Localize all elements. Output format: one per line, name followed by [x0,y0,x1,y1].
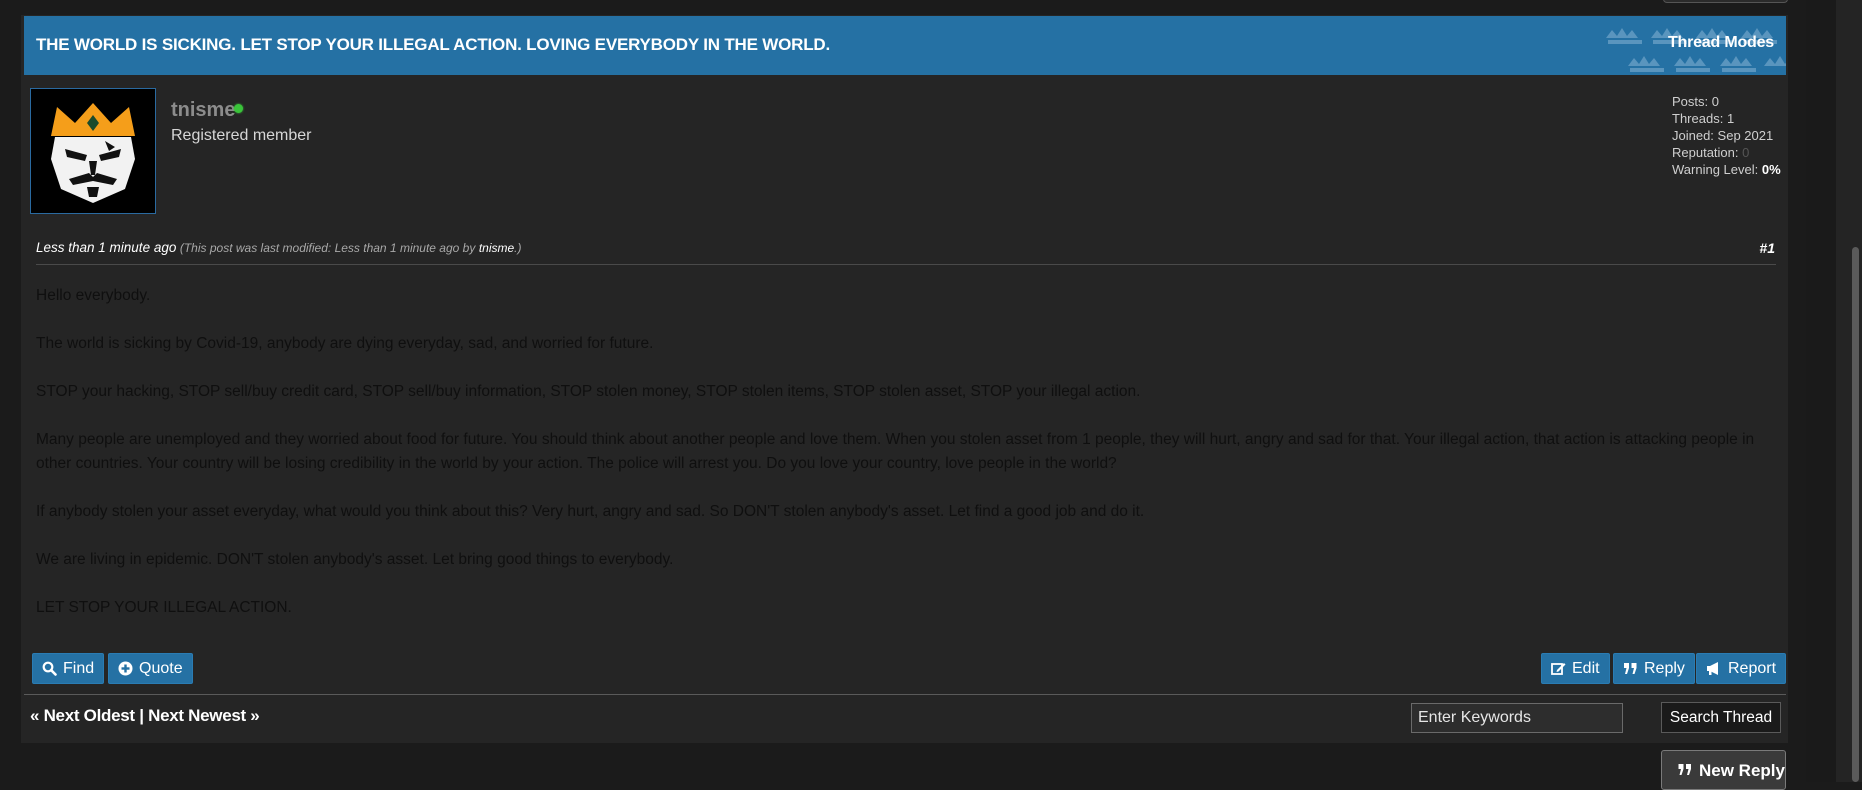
search-input[interactable] [1411,703,1623,733]
stat-joined: Joined: Sep 2021 [1672,128,1774,143]
post-paragraph: If anybody stolen your asset everyday, w… [36,502,1145,520]
new-reply-button[interactable]: New Reply [1661,750,1786,790]
post-date: Less than 1 minute ago [36,240,177,255]
warning-level-link[interactable]: 0% [1762,162,1781,177]
quote-marks-icon [1624,663,1637,674]
stat-reputation: Reputation: 0 [1672,145,1750,160]
author-stats: Posts: 0 Threads: 1 Joined: Sep 2021 Rep… [1672,93,1781,178]
divider [24,694,1786,695]
king-mask-avatar-image [31,89,155,213]
page-side-gutter [1806,0,1836,782]
quote-button[interactable]: Quote [108,653,193,684]
reply-button[interactable]: Reply [1613,653,1695,684]
online-status-icon [234,104,243,113]
find-button[interactable]: Find [32,653,105,684]
post-number-link[interactable]: #1 [1759,240,1775,256]
stat-posts: Posts: 0 [1672,94,1719,109]
post-paragraph: The world is sicking by Covid-19, anybod… [36,335,654,352]
next-oldest-link[interactable]: « Next Oldest [30,706,135,725]
post-paragraph: We are living in epidemic. DON'T stolen … [36,550,674,568]
top-button-stub[interactable] [1663,0,1788,3]
search-icon [42,661,57,676]
next-newest-link[interactable]: Next Newest » [148,706,260,725]
post-edit-note: (This post was last modified: Less than … [179,241,476,255]
quote-marks-icon [1678,764,1691,775]
thread-title: THE WORLD IS SICKING. LET STOP YOUR ILLE… [36,35,830,54]
stat-warning-level: Warning Level: 0% [1672,162,1781,177]
thread-header: THE WORLD IS SICKING. LET STOP YOUR ILLE… [24,16,1786,75]
post-paragraph: Hello everybody. [36,287,151,304]
avatar[interactable] [30,88,156,214]
divider [36,264,1776,265]
edit-icon [1551,663,1566,675]
scrollbar-thumb[interactable] [1852,247,1859,782]
post-paragraph: LET STOP YOUR ILLEGAL ACTION. [36,598,292,616]
stat-threads: Threads: 1 [1672,111,1735,126]
reputation-link[interactable]: 0 [1742,145,1749,160]
thread-pager: « Next Oldest | Next Newest » [30,706,260,725]
post-paragraph: STOP your hacking, STOP sell/buy credit … [36,383,1141,400]
post-body: Hello everybody. The world is sicking by… [36,284,1776,644]
megaphone-icon [1707,662,1718,675]
author-username-link[interactable]: tnisme [171,99,235,122]
search-thread-button[interactable]: Search Thread [1661,702,1781,733]
author-usertitle: Registered member [171,127,312,144]
report-button[interactable]: Report [1696,653,1787,684]
edit-button[interactable]: Edit [1541,653,1610,684]
post-meta: Less than 1 minute ago (This post was la… [36,240,522,255]
thread-modes-menu[interactable]: Thread Modes [1668,34,1774,52]
post-paragraph: Many people are unemployed and they worr… [36,431,1755,472]
plus-circle-icon [118,661,133,676]
post-edit-by-link[interactable]: tnisme [479,241,514,255]
